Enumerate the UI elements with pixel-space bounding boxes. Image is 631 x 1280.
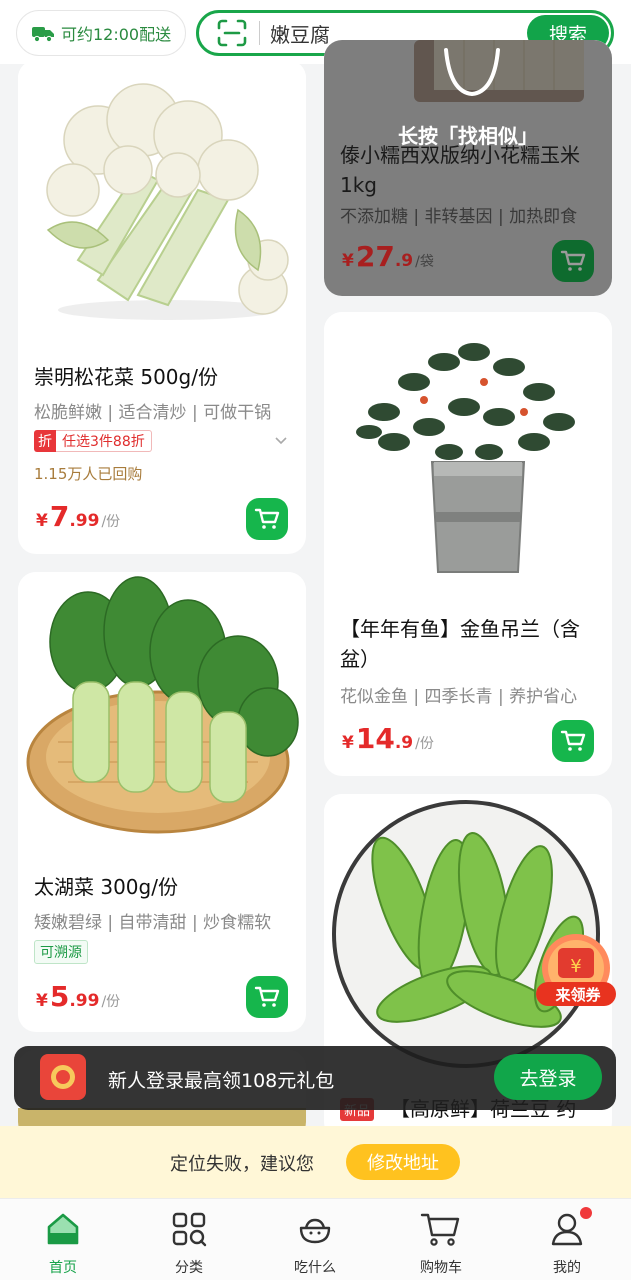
tab-cart-label: 购物车 xyxy=(420,1260,462,1276)
tab-cart[interactable]: 购物车 xyxy=(396,1207,486,1277)
price-decimal: .9 xyxy=(394,733,414,753)
product-title: 崇明松花菜 500g/份 xyxy=(34,365,218,389)
promo-text: 任选3件88折 xyxy=(56,430,152,452)
add-to-cart-button[interactable] xyxy=(246,498,288,540)
product-price: ¥ 14 .9 /份 xyxy=(342,722,434,755)
product-card[interactable]: 崇明松花菜 500g/份 松脆鲜嫩 | 适合清炒 | 可做干锅 折 任选3件88… xyxy=(18,60,306,554)
product-image-cauliflower xyxy=(18,60,306,340)
cart-icon xyxy=(254,986,280,1007)
cart-icon xyxy=(420,1213,460,1246)
delivery-time-text: 可约12:00配送 xyxy=(61,25,172,44)
profile-icon xyxy=(551,1213,583,1246)
product-card[interactable]: 长按「找相似」 傣小糯西双版纳小花糯玉米1kg 不添加糖 | 非转基因 | 加热… xyxy=(324,40,612,296)
login-promo-text: 新人登录最高领108元礼包 xyxy=(108,1070,335,1092)
discount-badge: 折 xyxy=(34,430,56,452)
tab-category[interactable]: 分类 xyxy=(144,1207,234,1277)
tab-what-to-eat-label: 吃什么 xyxy=(294,1260,336,1276)
category-icon xyxy=(172,1212,207,1247)
product-description: 花似金鱼 | 四季长青 | 养护省心 xyxy=(340,687,578,707)
product-price: ¥ 27 .9 /袋 xyxy=(342,240,434,273)
cart-icon xyxy=(254,508,280,529)
tab-what-to-eat[interactable]: 吃什么 xyxy=(270,1207,360,1277)
price-unit: /份 xyxy=(101,514,121,530)
notification-dot xyxy=(580,1207,592,1219)
product-title: 傣小糯西双版纳小花糯玉米1kg xyxy=(340,143,580,197)
product-card[interactable]: 【年年有鱼】金鱼吊兰（含盆） 花似金鱼 | 四季长青 | 养护省心 ¥ 14 .… xyxy=(324,312,612,776)
tab-home[interactable]: 首页 xyxy=(18,1207,108,1277)
price-integer: 7 xyxy=(49,500,70,533)
price-decimal: .99 xyxy=(69,991,100,1011)
promo-tag: 折 任选3件88折 xyxy=(34,430,152,452)
login-button[interactable]: 去登录 xyxy=(494,1054,602,1100)
product-card[interactable]: 太湖菜 300g/份 矮嫩碧绿 | 自带清甜 | 炒食糯软 可溯源 ¥ 5 .9… xyxy=(18,572,306,1032)
price-currency: ¥ xyxy=(36,991,48,1011)
price-currency: ¥ xyxy=(342,251,354,271)
home-icon xyxy=(47,1213,79,1245)
search-divider xyxy=(259,21,260,45)
tab-category-label: 分类 xyxy=(175,1260,203,1276)
coupon-float-label: 来领券 xyxy=(555,986,601,1004)
tab-profile[interactable]: 我的 xyxy=(522,1207,612,1277)
repurchase-count: 1.15万人已回购 xyxy=(34,465,143,483)
price-unit: /份 xyxy=(415,736,434,752)
price-integer: 14 xyxy=(355,722,395,755)
price-currency: ¥ xyxy=(342,733,354,753)
price-integer: 27 xyxy=(355,240,395,273)
login-promo-banner[interactable]: 新人登录最高领108元礼包 去登录 xyxy=(14,1046,616,1110)
product-description: 矮嫩碧绿 | 自带清甜 | 炒食糯软 xyxy=(34,913,272,933)
bottom-tab-bar: 首页 分类 吃什么 购物车 我的 xyxy=(0,1198,631,1280)
product-description: 松脆鲜嫩 | 适合清炒 | 可做干锅 xyxy=(34,403,272,423)
product-title: 【年年有鱼】金鱼吊兰（含盆） xyxy=(340,617,580,671)
product-price: ¥ 7 .99 /份 xyxy=(36,500,120,533)
product-title: 太湖菜 300g/份 xyxy=(34,875,178,899)
svg-text:¥: ¥ xyxy=(570,956,581,977)
price-unit: /份 xyxy=(101,994,121,1010)
price-integer: 5 xyxy=(49,980,70,1013)
delivery-truck-icon xyxy=(32,27,54,42)
product-image-bok-choy xyxy=(18,572,306,852)
location-warning-text: 定位失败，建议您 xyxy=(170,1154,314,1175)
price-decimal: .99 xyxy=(69,511,100,531)
cart-icon xyxy=(560,250,586,271)
scan-icon[interactable] xyxy=(209,13,255,53)
tab-home-label: 首页 xyxy=(49,1260,77,1276)
price-currency: ¥ xyxy=(36,511,48,531)
chevron-down-icon[interactable] xyxy=(274,436,288,446)
product-description: 不添加糖 | 非转基因 | 加热即食 xyxy=(340,207,578,227)
add-to-cart-button[interactable] xyxy=(552,240,594,282)
add-to-cart-button[interactable] xyxy=(552,720,594,762)
change-address-button[interactable]: 修改地址 xyxy=(346,1144,460,1180)
hand-press-icon xyxy=(444,48,500,97)
product-price: ¥ 5 .99 /份 xyxy=(36,980,120,1013)
bowl-icon xyxy=(299,1218,331,1244)
location-warning-bar: 定位失败，建议您 修改地址 xyxy=(0,1126,631,1198)
price-unit: /袋 xyxy=(415,254,434,270)
gift-icon xyxy=(40,1054,86,1100)
cart-icon xyxy=(560,730,586,751)
tab-profile-label: 我的 xyxy=(553,1260,581,1276)
price-decimal: .9 xyxy=(394,251,414,271)
coupon-float-button[interactable]: ¥ 来领券 xyxy=(534,930,618,1014)
delivery-time-chip[interactable]: 可约12:00配送 xyxy=(16,10,186,56)
add-to-cart-button[interactable] xyxy=(246,976,288,1018)
product-image-goldfish-plant xyxy=(324,312,612,602)
traceable-tag: 可溯源 xyxy=(34,940,88,964)
